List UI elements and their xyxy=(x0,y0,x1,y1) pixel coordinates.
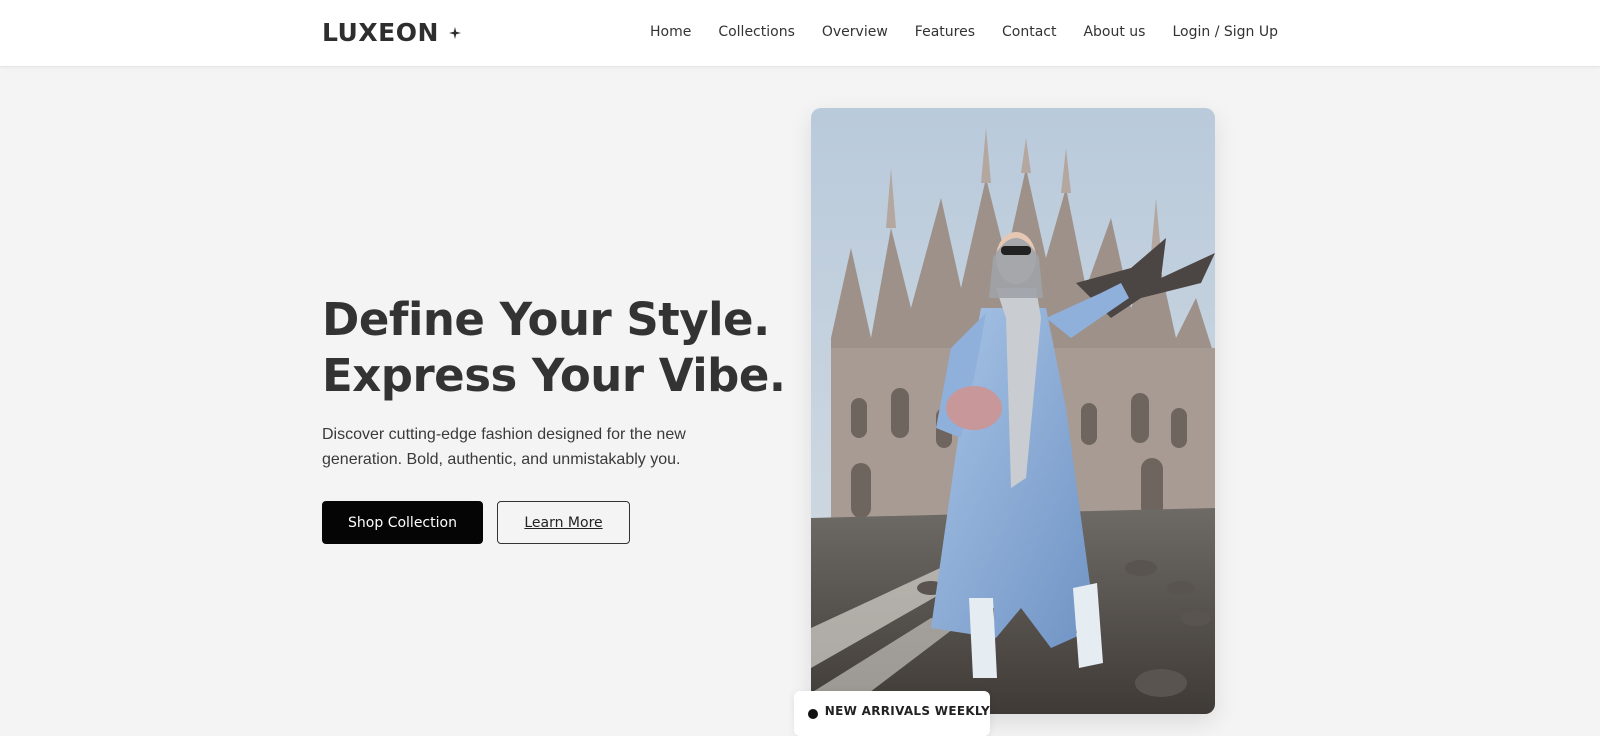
learn-more-button[interactable]: Learn More xyxy=(497,501,630,544)
new-arrivals-badge: NEW ARRIVALS WEEKLY xyxy=(794,691,990,736)
hero-buttons: Shop Collection Learn More xyxy=(322,501,802,544)
dot-icon xyxy=(808,708,818,719)
nav-link-overview[interactable]: Overview xyxy=(822,24,888,40)
nav-link-about-us[interactable]: About us xyxy=(1083,24,1145,40)
hero-headline-line-2: Express Your Vibe. xyxy=(322,349,786,402)
badge-text: NEW ARRIVALS WEEKLY xyxy=(824,703,990,718)
hero-text-block: Define Your Style. Express Your Vibe. Di… xyxy=(322,292,802,544)
nav-link-collections[interactable]: Collections xyxy=(718,24,795,40)
shop-collection-button[interactable]: Shop Collection xyxy=(322,501,483,544)
hero-photo-illustration xyxy=(811,108,1215,714)
nav-links: Home Collections Overview Features Conta… xyxy=(650,24,1278,40)
brand-name: LUXEON xyxy=(322,18,439,47)
nav-link-login-signup[interactable]: Login / Sign Up xyxy=(1172,24,1278,40)
hero-headline: Define Your Style. Express Your Vibe. xyxy=(322,292,802,404)
hero-image xyxy=(811,108,1215,714)
nav-link-contact[interactable]: Contact xyxy=(1002,24,1056,40)
sparkle-icon xyxy=(448,26,461,39)
hero-headline-line-1: Define Your Style. xyxy=(322,293,770,346)
hero-subtext: Discover cutting-edge fashion designed f… xyxy=(322,426,686,468)
top-navbar: LUXEON Home Collections Overview Feature… xyxy=(0,0,1600,67)
nav-link-home[interactable]: Home xyxy=(650,24,691,40)
nav-link-features[interactable]: Features xyxy=(915,24,975,40)
brand-logo[interactable]: LUXEON xyxy=(322,18,461,47)
